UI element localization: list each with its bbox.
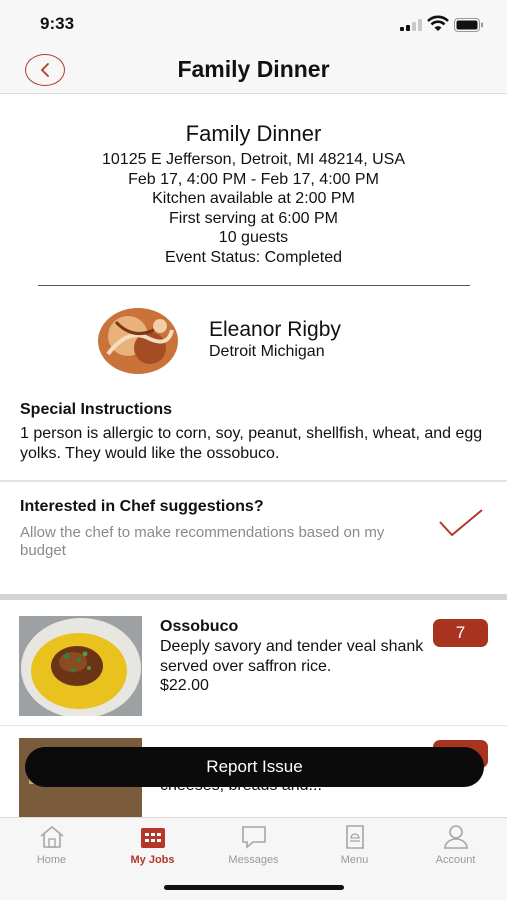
event-address: 10125 E Jefferson, Detroit, MI 48214, US…	[102, 151, 405, 168]
tab-account[interactable]: Account	[405, 824, 506, 866]
calendar-icon	[140, 828, 165, 848]
tab-label: Messages	[228, 854, 279, 866]
home-icon	[39, 825, 64, 848]
cellular-signal-icon	[400, 19, 422, 31]
host-name: Eleanor Rigby	[209, 318, 341, 341]
event-dates: Feb 17, 4:00 PM - Feb 17, 4:00 PM	[128, 170, 379, 188]
tab-label: Menu	[340, 854, 369, 866]
dish-image	[19, 616, 142, 716]
serving-time: First serving at 6:00 PM	[169, 209, 338, 227]
navigation-bar: Family Dinner	[0, 48, 507, 94]
event-title: Family Dinner	[185, 121, 322, 146]
tab-label: Account	[435, 854, 476, 866]
tab-label: My Jobs	[130, 854, 175, 866]
section-divider	[0, 594, 507, 600]
tab-messages[interactable]: Messages	[203, 824, 304, 866]
suggestions-title: Interested in Chef suggestions?	[20, 498, 264, 515]
menu-book-icon	[345, 825, 364, 849]
tab-label: Home	[36, 854, 67, 866]
report-issue-button[interactable]: Report Issue	[25, 747, 484, 787]
host-location: Detroit Michigan	[209, 343, 325, 360]
dish-name: Ossobuco	[160, 618, 239, 635]
job-detail-content[interactable]: Family Dinner 10125 E Jefferson, Detroit…	[0, 95, 507, 817]
status-bar: 9:33	[0, 0, 507, 48]
tab-menu[interactable]: Menu	[304, 824, 405, 866]
avatar	[98, 308, 178, 374]
checkmark-icon[interactable]	[438, 508, 484, 538]
person-icon	[443, 825, 468, 849]
wifi-icon	[427, 15, 449, 31]
chef-suggestions-option[interactable]: Interested in Chef suggestions? Allow th…	[0, 482, 507, 594]
kitchen-time: Kitchen available at 2:00 PM	[152, 190, 355, 207]
dish-item[interactable]: Ossobuco Deeply savory and tender veal s…	[0, 604, 507, 726]
guest-count: 10 guests	[218, 229, 289, 246]
event-summary: Family Dinner 10125 E Jefferson, Detroit…	[0, 95, 507, 267]
dish-price: $22.00	[160, 677, 209, 694]
dish-description: Deeply savory and tender veal shank serv…	[160, 638, 424, 675]
tab-my-jobs[interactable]: My Jobs	[102, 824, 203, 866]
page-title: Family Dinner	[177, 56, 330, 82]
event-status: Event Status: Completed	[165, 248, 342, 266]
quantity-badge: 7	[433, 619, 488, 647]
home-indicator	[164, 885, 344, 890]
suggestions-subtitle: Allow the chef to make recommendations b…	[20, 524, 385, 559]
chat-icon	[241, 826, 266, 849]
special-instructions: Special Instructions 1 person is allergi…	[0, 401, 507, 464]
instructions-text: 1 person is allergic to corn, soy, peanu…	[20, 425, 483, 462]
host-info: Eleanor Rigby Detroit Michigan	[0, 286, 507, 396]
instructions-title: Special Instructions	[20, 401, 173, 418]
tab-home[interactable]: Home	[1, 824, 102, 866]
battery-icon	[454, 18, 483, 32]
status-time: 9:33	[40, 14, 75, 33]
